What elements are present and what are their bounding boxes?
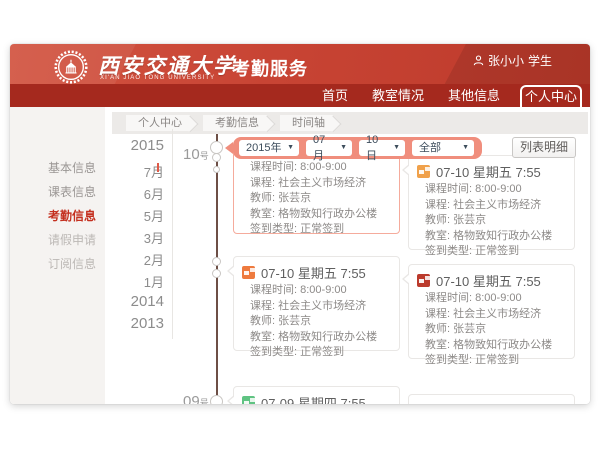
timeline-year-2014[interactable]: 2014 [120, 293, 164, 310]
timeline-month-6[interactable]: 6月 [120, 184, 164, 203]
sidebar-item-schedule-info[interactable]: 课表信息 [48, 183, 96, 200]
day-select[interactable]: 10日▼ [359, 140, 405, 156]
timeline-month-1[interactable]: 1月 [120, 272, 164, 291]
calendar-icon [417, 274, 430, 287]
timeline-node [212, 269, 221, 278]
timeline-month-5[interactable]: 5月 [120, 206, 164, 225]
calendar-icon [242, 266, 255, 279]
chevron-down-icon: ▼ [393, 140, 400, 156]
timeline-year-2015[interactable]: 2015 [120, 137, 164, 154]
timeline-node [212, 153, 221, 162]
day-marker-09: 09号 [183, 393, 209, 404]
timeline-month-3[interactable]: 3月 [120, 228, 164, 247]
card-title: 07-10 星期五 7:55 [436, 271, 541, 290]
card-title: 07-10 星期五 7:55 [436, 162, 541, 181]
breadcrumb: 个人中心 考勤信息 时间轴 [112, 112, 588, 134]
sidebar-item-basic-info[interactable]: 基本信息 [48, 159, 96, 176]
university-logo-icon [54, 50, 88, 84]
user-role: 学生 [528, 52, 552, 69]
person-icon [473, 55, 484, 66]
type-select[interactable]: 全部▼ [412, 140, 474, 156]
attendance-card[interactable] [408, 394, 575, 404]
card-title: 07-10 星期五 7:55 [261, 263, 366, 282]
chevron-down-icon: ▼ [287, 140, 294, 156]
nav-item-classrooms[interactable]: 教室情况 [360, 84, 436, 107]
university-name-en: XI'AN JIAO TONG UNIVERSITY [100, 75, 215, 81]
sidebar-item-subscription-info[interactable]: 订阅信息 [48, 255, 96, 272]
day-marker-10: 10号 [183, 146, 209, 164]
attendance-card[interactable]: 07-10 星期五 7:55 课程时间: 8:00-9:00 课程: 社会主义市… [408, 264, 575, 359]
sidebar-item-attendance-info[interactable]: 考勤信息 [48, 207, 96, 224]
user-name: 张小小 [488, 52, 524, 69]
attendance-card[interactable]: 07-10 星期五 7:55 课程时间: 8:00-9:00 课程: 社会主义市… [408, 155, 575, 250]
calendar-icon [242, 396, 255, 404]
current-month-marker [157, 163, 159, 172]
timeline-node [210, 395, 223, 404]
nav-item-personal-center[interactable]: 个人中心 [520, 85, 582, 107]
list-detail-button[interactable]: 列表明细 [512, 137, 576, 158]
timeline-rail-divider [172, 129, 173, 339]
nav-items: 首页 教室情况 其他信息 个人中心 [310, 84, 590, 107]
timeline-node [213, 166, 220, 173]
nav-item-home[interactable]: 首页 [310, 84, 360, 107]
nav-item-other[interactable]: 其他信息 [436, 84, 512, 107]
filter-bar: 2015年▼ 07月▼ 10日▼ 全部▼ [233, 137, 482, 159]
chevron-down-icon: ▼ [462, 140, 469, 156]
breadcrumb-personal-center[interactable]: 个人中心 [126, 115, 190, 131]
month-select[interactable]: 07月▼ [306, 140, 352, 156]
card-title: 07-09 星期四 7:55 [261, 393, 366, 404]
app-window: 西安交通大学 XI'AN JIAO TONG UNIVERSITY 考勤服务 张… [10, 44, 590, 404]
sidebar-item-leave-request[interactable]: 请假申请 [48, 231, 96, 248]
breadcrumb-timeline[interactable]: 时间轴 [280, 115, 333, 131]
timeline-node [212, 257, 221, 266]
timeline-month-2[interactable]: 2月 [120, 250, 164, 269]
attendance-card[interactable]: 07-10 星期五 7:55 课程时间: 8:00-9:00 课程: 社会主义市… [233, 256, 400, 351]
sidebar: 基本信息 课表信息 考勤信息 请假申请 订阅信息 [10, 107, 105, 404]
breadcrumb-attendance-info[interactable]: 考勤信息 [203, 115, 267, 131]
content-area: 基本信息 课表信息 考勤信息 请假申请 订阅信息 个人中心 考勤信息 时间轴 2… [10, 107, 590, 404]
chevron-down-icon: ▼ [340, 140, 347, 156]
service-name: 考勤服务 [232, 55, 308, 81]
calendar-icon [417, 165, 430, 178]
year-select[interactable]: 2015年▼ [239, 140, 299, 156]
timeline-year-2013[interactable]: 2013 [120, 315, 164, 332]
user-info[interactable]: 张小小 学生 [473, 52, 552, 69]
filter-bar-tail [225, 142, 233, 154]
attendance-card[interactable]: 07-09 星期四 7:55 [233, 386, 400, 404]
